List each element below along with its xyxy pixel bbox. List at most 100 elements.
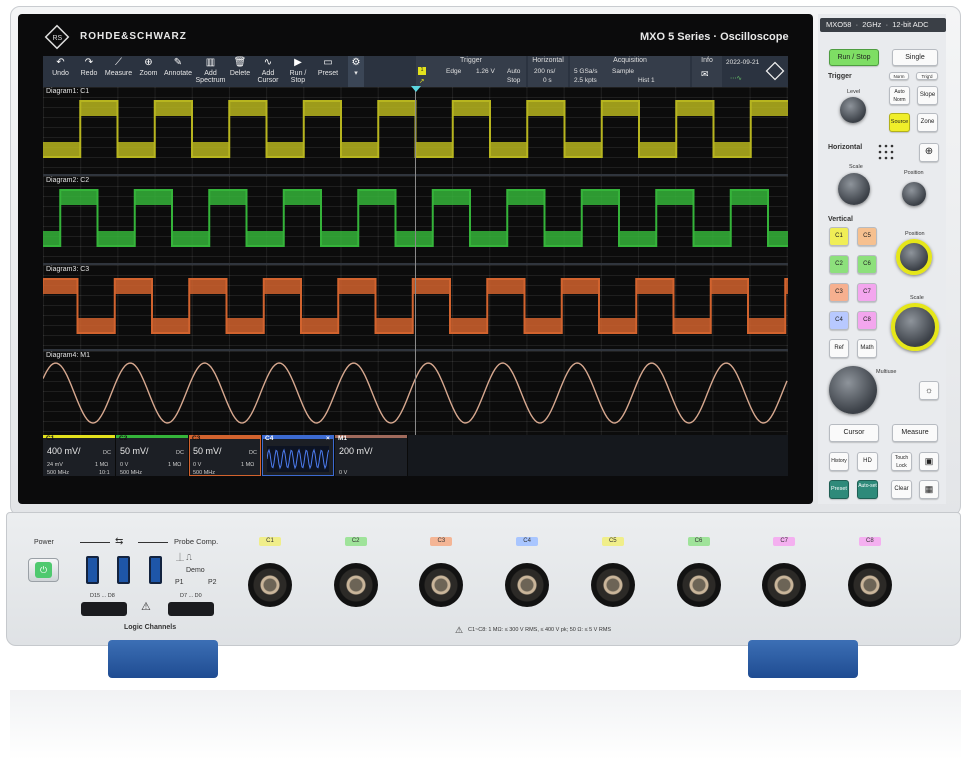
horizontal-scale-knob[interactable] [838, 173, 870, 205]
trigger-title: Trigger [460, 57, 482, 64]
channel-m1-scale: 200 mV/ [339, 446, 373, 456]
channel-c1-box[interactable]: C1 400 mV/ DC 24 mV 1 MΩ 500 MHz 10:1 [43, 435, 115, 476]
clear-button[interactable]: Clear [891, 480, 912, 499]
single-button[interactable]: Single [892, 49, 938, 66]
trigger-marker-icon[interactable] [411, 86, 421, 92]
oscilloscope-device: RS ROHDE&SCHWARZ MXO 5 Series · Oscillos… [0, 0, 967, 768]
horizontal-position-knob[interactable] [902, 182, 926, 206]
probe-comp-terminal-icon[interactable]: ⏊ ⎍ [176, 552, 192, 563]
toolbar-add-cursor-button[interactable]: ∿ Add Cursor [253, 56, 283, 87]
menu-grid-icon[interactable]: ▦ [919, 480, 939, 499]
source-button[interactable]: Source [889, 113, 910, 132]
acquisition-status[interactable]: Acquisition 5 GSa/s 2.5 kpts Sample Hist… [570, 56, 690, 87]
horizontal-status[interactable]: Horizontal 200 ns/ 0 s [528, 56, 568, 87]
trigger-status[interactable]: Trigger 1 Edge 1.26 V Auto Stop ↗ [416, 56, 526, 87]
close-icon[interactable]: × [326, 435, 330, 442]
autoset-button[interactable]: Auto-set [857, 480, 878, 499]
multiuse-knob[interactable] [829, 366, 877, 414]
usb-port[interactable] [86, 556, 99, 584]
horizontal-title: Horizontal [532, 57, 564, 64]
ref-button[interactable]: Ref [829, 339, 849, 358]
d15-d8-label: D15 ... D8 [90, 593, 115, 599]
channel-m1-box[interactable]: M1 200 mV/ 0 V [335, 435, 407, 476]
channel-c2-button[interactable]: C2 [829, 255, 849, 274]
run-stop-button[interactable]: Run / Stop [829, 49, 879, 66]
measure-button[interactable]: Measure [892, 424, 938, 442]
zone-button[interactable]: Zone [917, 113, 938, 132]
power-button[interactable]: ⏻ [28, 558, 59, 582]
toolbar-run-stop-button[interactable]: ▶ Run / Stop [283, 56, 313, 87]
hd-button[interactable]: HD [857, 452, 878, 471]
toolbar-undo-button[interactable]: ↶ Undo [45, 56, 76, 87]
bnc-input-c4[interactable] [505, 563, 550, 607]
channel-c2-box[interactable]: C2 50 mV/ DC 0 V 1 MΩ 500 MHz [116, 435, 188, 476]
horizontal-position: 0 s [543, 77, 552, 84]
waveform-segment [490, 142, 528, 157]
waveform-segment [192, 142, 230, 157]
camera-icon[interactable]: ▣ [919, 452, 939, 471]
history-button[interactable]: History [829, 452, 849, 471]
toolbar-measure-button[interactable]: ⟋ Measure [102, 56, 135, 87]
input-tag-c6: C6 [687, 537, 710, 546]
toolbar-icon: ∿ [263, 57, 273, 68]
toolbar-label: Redo [80, 70, 98, 77]
vertical-position-knob[interactable] [896, 239, 932, 275]
waveform-segment [117, 142, 155, 157]
channel-c5-button[interactable]: C5 [857, 227, 877, 246]
channel-c7-button[interactable]: C7 [857, 283, 877, 302]
divider [138, 542, 168, 543]
acquisition-title: Acquisition [613, 57, 647, 64]
preset-button[interactable]: Preset [829, 480, 849, 499]
zoom-icon[interactable]: ⊕ [919, 143, 939, 162]
logic-connector-d7-d0[interactable] [168, 602, 214, 616]
auto-norm-button[interactable]: Auto Norm [889, 86, 910, 105]
vertical-scale-knob[interactable] [891, 303, 939, 351]
bnc-input-c2[interactable] [333, 563, 378, 607]
channel-c4-button[interactable]: C4 [829, 311, 849, 330]
channel-c1-scale: 400 mV/ [47, 446, 81, 456]
channel-c3-coupling: DC [249, 450, 257, 456]
bnc-input-c1[interactable] [248, 563, 292, 607]
toolbar-annotate-button[interactable]: ✎ Annotate [162, 56, 194, 87]
vertical-position-label: Position [905, 231, 925, 237]
settings-gear-icon[interactable]: ⚙ ▾ [348, 56, 364, 87]
waveform-segment [581, 190, 619, 205]
channel-c3-button[interactable]: C3 [829, 283, 849, 302]
slope-button[interactable]: Slope [917, 86, 938, 105]
waveform-segment [154, 101, 192, 116]
channel-c8-button[interactable]: C8 [857, 311, 877, 330]
input-tag-c1: C1 [259, 537, 281, 546]
usb-port[interactable] [117, 556, 130, 584]
toolbar-preset-button[interactable]: ▭ Preset [313, 56, 343, 87]
cursor-button[interactable]: Cursor [829, 424, 879, 442]
toolbar-zoom-button[interactable]: ⊕ Zoom [135, 56, 162, 87]
channel-c3-box[interactable]: C3 50 mV/ DC 0 V 1 MΩ 500 MHz [189, 435, 261, 476]
toolbar-add-spectrum-button[interactable]: ▥ Add Spectrum [194, 56, 227, 87]
waveform-segment [152, 318, 190, 333]
toolbar-redo-button[interactable]: ↷ Redo [76, 56, 102, 87]
usb-port[interactable] [149, 556, 162, 584]
toolbar-delete-button[interactable]: 🗑 Delete [227, 56, 253, 87]
bnc-input-c8[interactable] [847, 563, 892, 607]
acquisition-points: 2.5 kpts [574, 77, 597, 84]
logic-connector-d15-d8[interactable] [81, 602, 127, 616]
bnc-input-c6[interactable] [676, 563, 721, 607]
waveform-segment [358, 190, 396, 205]
brightness-icon[interactable]: ☼ [919, 381, 939, 400]
rs-logo-icon[interactable] [764, 60, 786, 82]
touch-lock-button[interactable]: Touch Lock [891, 452, 912, 471]
math-button[interactable]: Math [857, 339, 877, 358]
bnc-input-c7[interactable] [762, 563, 807, 607]
channel-c2-bw: 500 MHz [120, 470, 143, 476]
model-info-bar: MXO58 · 2GHz · 12-bit ADC [820, 18, 946, 32]
channel-c1-offset: 24 mV [47, 462, 63, 468]
waveform-segment [673, 318, 711, 333]
info-status[interactable]: Info ✉ [692, 56, 722, 87]
channel-c6-button[interactable]: C6 [857, 255, 877, 274]
channel-c4-box[interactable]: C4 × [262, 435, 334, 476]
channel-c3-impedance: 1 MΩ [241, 462, 255, 468]
bnc-input-c5[interactable] [590, 563, 635, 607]
trigger-level-knob[interactable] [840, 97, 866, 123]
channel-c1-button[interactable]: C1 [829, 227, 849, 246]
p2-label: P2 [208, 579, 217, 586]
